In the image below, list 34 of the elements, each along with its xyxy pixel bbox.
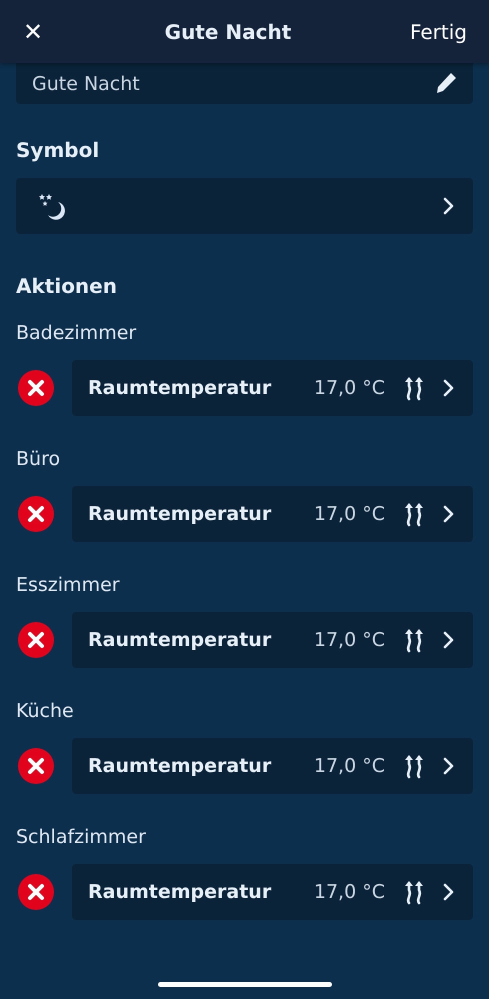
chevron-right-icon (443, 757, 455, 775)
remove-icon[interactable] (18, 370, 54, 406)
remove-icon[interactable] (18, 496, 54, 532)
room-label: Schlafzimmer (15, 826, 147, 850)
close-button[interactable]: ✕ (20, 18, 46, 46)
room-label: Esszimmer (15, 574, 121, 598)
section-heading: Aktionen (16, 274, 118, 298)
action-row[interactable]: Raumtemperatur 17,0 °C (72, 360, 473, 416)
moon-stars-icon (38, 192, 66, 220)
heat-waves-icon (403, 501, 425, 527)
action-row[interactable]: Raumtemperatur 17,0 °C (72, 864, 473, 920)
chevron-right-icon (443, 197, 455, 215)
heat-waves-icon (403, 879, 425, 905)
room-label: Küche (15, 700, 75, 724)
action-row[interactable]: Raumtemperatur 17,0 °C (72, 486, 473, 542)
action-row[interactable]: Raumtemperatur 17,0 °C (72, 738, 473, 794)
room-label: Badezimmer (15, 322, 138, 346)
heat-waves-icon (403, 753, 425, 779)
pencil-icon (435, 72, 457, 94)
remove-icon[interactable] (18, 622, 54, 658)
chevron-right-icon (443, 883, 455, 901)
chevron-right-icon (443, 631, 455, 649)
heat-waves-icon (403, 627, 425, 653)
done-button[interactable]: Fertig (410, 20, 467, 44)
remove-icon[interactable] (18, 748, 54, 784)
action-row[interactable]: Raumtemperatur 17,0 °C (72, 612, 473, 668)
chevron-right-icon (443, 505, 455, 523)
room-label: Büro (15, 448, 62, 472)
chevron-right-icon (443, 379, 455, 397)
name-field[interactable]: Gute Nacht (16, 63, 473, 104)
remove-icon[interactable] (18, 874, 54, 910)
heat-waves-icon (403, 375, 425, 401)
section-heading: Symbol (16, 138, 100, 162)
screen-title: Gute Nacht (164, 20, 292, 44)
